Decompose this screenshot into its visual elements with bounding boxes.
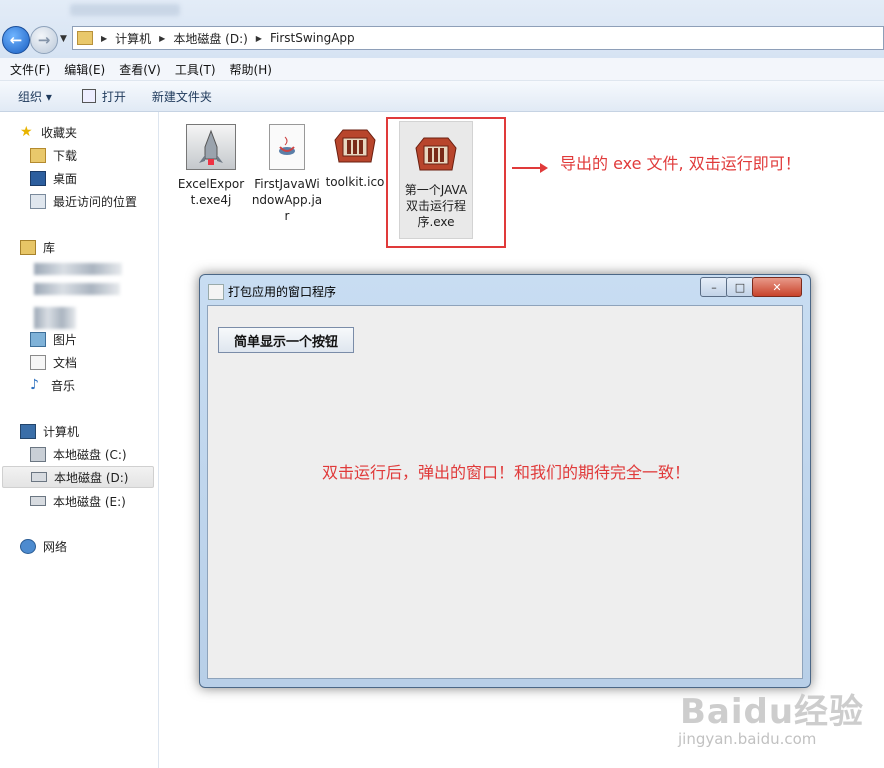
breadcrumb-folder[interactable]: FirstSwingApp bbox=[270, 31, 355, 45]
navigation-pane: ★ 收藏夹 下载 桌面 最近访问的位置 库 图片 文档 ♪ 音乐 计算机 本地磁… bbox=[0, 112, 159, 768]
breadcrumb-drive-d[interactable]: 本地磁盘 (D:) bbox=[173, 30, 247, 47]
annotation-exe-note: 导出的 exe 文件, 双击运行即可！ bbox=[560, 154, 801, 173]
file-item-excelexport[interactable]: ExcelExport.exe4j bbox=[175, 120, 247, 208]
nav-label: 库 bbox=[43, 240, 56, 255]
chevron-right-icon[interactable]: ▶ bbox=[159, 34, 165, 43]
close-button[interactable]: ✕ bbox=[752, 277, 802, 297]
computer-icon bbox=[20, 423, 36, 439]
blurred-title bbox=[70, 4, 180, 16]
nav-library[interactable]: 库 bbox=[20, 236, 55, 258]
watermark-url: jingyan.baidu.com bbox=[678, 730, 817, 748]
chevron-right-icon[interactable]: ▶ bbox=[101, 34, 107, 43]
nav-network[interactable]: 网络 bbox=[20, 535, 67, 557]
library-icon bbox=[20, 239, 36, 255]
file-item-toolkit-ico[interactable]: toolkit.ico bbox=[323, 120, 387, 190]
nav-desktop[interactable]: 桌面 bbox=[30, 167, 77, 189]
network-icon bbox=[20, 538, 36, 554]
drive-icon bbox=[31, 472, 47, 482]
breadcrumb[interactable]: ▶ 计算机 ▶ 本地磁盘 (D:) ▶ FirstSwingApp bbox=[72, 26, 884, 50]
music-icon: ♪ bbox=[30, 376, 39, 393]
menu-view[interactable]: 查看(V) bbox=[119, 61, 161, 78]
nav-label: 计算机 bbox=[43, 424, 80, 439]
nav-documents[interactable]: 文档 bbox=[30, 351, 77, 373]
minimize-button[interactable]: – bbox=[700, 277, 728, 297]
toolkit-icon bbox=[331, 124, 379, 168]
open-button[interactable]: 打开 bbox=[81, 88, 126, 105]
arrow-right-icon bbox=[512, 163, 548, 173]
nav-label: 文档 bbox=[53, 355, 78, 370]
nav-label: 最近访问的位置 bbox=[53, 194, 138, 209]
nav-music[interactable]: ♪ 音乐 bbox=[30, 374, 75, 396]
nav-label: 收藏夹 bbox=[41, 125, 78, 140]
address-bar: ← → ▼ ▶ 计算机 ▶ 本地磁盘 (D:) ▶ FirstSwingApp bbox=[0, 0, 884, 58]
java-app-window[interactable]: 打包应用的窗口程序 – □ ✕ 简单显示一个按钮 双击运行后，弹出的窗口！和我们… bbox=[199, 274, 811, 688]
blurred-library-item bbox=[34, 307, 76, 329]
documents-icon bbox=[30, 354, 46, 370]
nav-drive-e[interactable]: 本地磁盘 (E:) bbox=[30, 490, 126, 512]
window-title: 打包应用的窗口程序 bbox=[228, 285, 337, 299]
open-label: 打开 bbox=[101, 89, 126, 104]
maximize-button[interactable]: □ bbox=[726, 277, 754, 297]
menu-bar: 文件(F) 编辑(E) 查看(V) 工具(T) 帮助(H) bbox=[0, 58, 884, 81]
rocket-icon bbox=[186, 124, 236, 170]
coffee-cup-glyph bbox=[279, 136, 295, 155]
nav-label: 本地磁盘 (D:) bbox=[54, 470, 129, 485]
star-icon: ★ bbox=[20, 123, 33, 140]
command-bar: 组织 ▾ 打开 新建文件夹 bbox=[0, 81, 884, 112]
menu-edit[interactable]: 编辑(E) bbox=[64, 61, 105, 78]
annotation-window-note: 双击运行后，弹出的窗口！和我们的期待完全一致！ bbox=[322, 463, 691, 482]
window-content: 简单显示一个按钮 双击运行后，弹出的窗口！和我们的期待完全一致！ bbox=[207, 305, 803, 679]
nav-drive-d[interactable]: 本地磁盘 (D:) bbox=[2, 466, 154, 488]
blurred-library-item bbox=[34, 283, 120, 295]
breadcrumb-computer[interactable]: 计算机 bbox=[115, 30, 151, 47]
open-icon bbox=[81, 89, 96, 103]
new-folder-button[interactable]: 新建文件夹 bbox=[152, 88, 212, 105]
organize-button[interactable]: 组织 ▾ bbox=[18, 88, 52, 105]
nav-computer[interactable]: 计算机 bbox=[20, 420, 79, 442]
desktop-icon bbox=[30, 170, 46, 186]
java-icon bbox=[208, 284, 224, 300]
highlight-frame bbox=[386, 117, 506, 248]
toolkit-glyph bbox=[334, 129, 376, 163]
drive-icon bbox=[30, 496, 46, 506]
blurred-library-item bbox=[34, 263, 122, 275]
file-name: toolkit.ico bbox=[325, 175, 385, 189]
nav-recent[interactable]: 最近访问的位置 bbox=[30, 190, 137, 212]
nav-downloads[interactable]: 下载 bbox=[30, 144, 77, 166]
recent-pages-dropdown[interactable]: ▼ bbox=[60, 34, 67, 44]
system-drive-icon bbox=[30, 446, 46, 462]
nav-label: 图片 bbox=[53, 332, 78, 347]
file-item-jar[interactable]: FirstJavaWindowApp.jar bbox=[251, 120, 323, 224]
nav-label: 本地磁盘 (C:) bbox=[53, 447, 127, 462]
downloads-folder-icon bbox=[30, 147, 46, 163]
nav-pictures[interactable]: 图片 bbox=[30, 328, 77, 350]
forward-button[interactable]: → bbox=[30, 26, 58, 54]
java-jar-icon bbox=[269, 124, 305, 170]
nav-drive-c[interactable]: 本地磁盘 (C:) bbox=[30, 443, 127, 465]
rocket-glyph bbox=[199, 129, 223, 165]
menu-file[interactable]: 文件(F) bbox=[10, 61, 50, 78]
file-name: FirstJavaWindowApp.jar bbox=[251, 177, 323, 223]
nav-label: 本地磁盘 (E:) bbox=[53, 494, 126, 509]
nav-favorites[interactable]: ★ 收藏夹 bbox=[20, 121, 77, 143]
nav-label: 桌面 bbox=[53, 171, 78, 186]
nav-label: 下载 bbox=[53, 148, 78, 163]
folder-icon bbox=[77, 31, 93, 45]
recent-places-icon bbox=[30, 193, 46, 209]
back-button[interactable]: ← bbox=[2, 26, 30, 54]
watermark-logo: Baidu经验 bbox=[680, 692, 865, 732]
menu-help[interactable]: 帮助(H) bbox=[230, 61, 272, 78]
nav-label: 音乐 bbox=[51, 378, 76, 393]
menu-tools[interactable]: 工具(T) bbox=[175, 61, 216, 78]
chevron-right-icon[interactable]: ▶ bbox=[256, 34, 262, 43]
baidu-watermark: Baidu经验 jingyan.baidu.com bbox=[676, 680, 876, 760]
file-name: ExcelExport.exe4j bbox=[177, 177, 245, 207]
nav-label: 网络 bbox=[43, 539, 68, 554]
simple-button[interactable]: 简单显示一个按钮 bbox=[218, 327, 354, 353]
pictures-icon bbox=[30, 331, 46, 347]
